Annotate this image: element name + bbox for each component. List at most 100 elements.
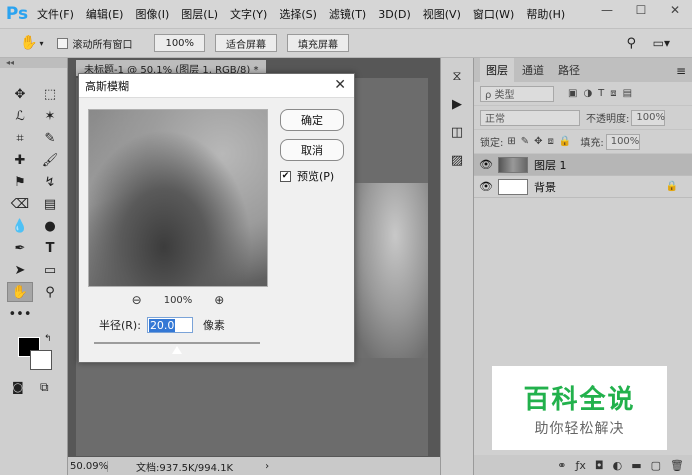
hand-tool-active-icon[interactable]: ✋ [7, 282, 33, 302]
close-window-icon[interactable]: ✕ [668, 3, 682, 17]
preview-checkbox[interactable]: ✔ [280, 170, 291, 182]
preview-checkbox-row[interactable]: ✔ 预览(P) [280, 168, 334, 184]
layers-footer: ⚭ ƒx ◘ ◐ ▬ ▢ 🗑 [474, 455, 692, 475]
tools-collapse-bar[interactable]: ◂◂ [0, 58, 67, 68]
workspace-icon[interactable]: ▭▾ [653, 36, 670, 50]
window-controls: — ☐ ✕ [600, 0, 682, 20]
layer-row[interactable]: 👁 图层 1 [474, 154, 692, 176]
zoom-100-button[interactable]: 100% [154, 34, 206, 52]
maximize-icon[interactable]: ☐ [634, 3, 648, 17]
search-icon[interactable]: ⚲ [626, 36, 636, 51]
add-mask-icon[interactable]: ◘ [595, 459, 604, 472]
minimize-icon[interactable]: — [600, 3, 614, 17]
trash-icon[interactable]: 🗑 [670, 459, 684, 472]
close-icon[interactable]: ✕ [334, 77, 346, 93]
stamp-tool-icon[interactable]: ⚑ [7, 172, 33, 192]
gaussian-blur-dialog: 高斯模糊 ✕ ⊖ 100% ⊕ 确定 取消 ✔ 预览(P) 半径(R): 20.… [78, 73, 355, 363]
radius-input[interactable]: 20.0 [146, 317, 193, 333]
3d-panel-icon[interactable]: ◫ [446, 122, 468, 142]
menu-window[interactable]: 窗口(W) [467, 6, 520, 22]
background-color-swatch[interactable] [30, 350, 52, 370]
layer-row[interactable]: 👁 背景 🔒 [474, 176, 692, 198]
link-layers-icon[interactable]: ⚭ [557, 459, 566, 472]
new-layer-icon[interactable]: ▢ [651, 459, 661, 472]
visibility-eye-icon[interactable]: 👁 [474, 180, 498, 193]
menu-filter[interactable]: 滤镜(T) [323, 6, 372, 22]
zoom-status[interactable]: 50.09% [68, 460, 108, 472]
eyedropper-icon[interactable]: ✎ [37, 128, 63, 148]
crop-tool-icon[interactable]: ⌗ [7, 128, 33, 148]
blur-tool-icon[interactable]: 💧 [7, 216, 33, 236]
tab-channels[interactable]: 通道 [516, 58, 550, 82]
path-select-icon[interactable]: ➤ [7, 260, 33, 280]
watermark-title: 百科全说 [523, 384, 636, 415]
properties-panel-icon[interactable]: ▨ [446, 150, 468, 170]
radius-slider-thumb[interactable] [172, 346, 182, 354]
dialog-title: 高斯模糊 [85, 79, 129, 93]
checkbox-icon[interactable] [57, 37, 69, 49]
history-brush-icon[interactable]: ↯ [37, 172, 63, 192]
magic-wand-icon[interactable]: ✶ [37, 106, 63, 126]
radius-slider-track[interactable] [94, 342, 260, 344]
fill-input[interactable]: 100% [605, 133, 640, 150]
lock-row: 锁定: ⊞✎✥⧈🔒 填充: 100% [474, 130, 692, 154]
brush-tool-icon[interactable]: 🖌 [37, 150, 63, 170]
layer-name: 背景 [534, 180, 556, 194]
move-tool-icon[interactable]: ✥ [7, 84, 33, 104]
tab-paths[interactable]: 路径 [552, 58, 586, 82]
lock-icons[interactable]: ⊞✎✥⧈🔒 [507, 136, 576, 147]
healing-brush-icon[interactable]: ✚ [7, 150, 33, 170]
marquee-tool-icon[interactable]: ⬚ [37, 84, 63, 104]
history-panel-icon[interactable]: ⧖ [446, 66, 468, 86]
lasso-tool-icon[interactable]: ℒ [7, 106, 33, 126]
pen-tool-icon[interactable]: ✒ [7, 238, 33, 258]
layers-panel-tabs: 图层 通道 路径 ≡ [474, 58, 692, 82]
ok-button[interactable]: 确定 [280, 109, 344, 131]
type-tool-icon[interactable]: T [37, 238, 63, 258]
quick-mask-icon[interactable]: ◙ [12, 380, 24, 394]
menu-edit[interactable]: 编辑(E) [80, 6, 130, 22]
blend-mode-select[interactable]: 正常 [480, 109, 580, 126]
panel-menu-icon[interactable]: ≡ [676, 64, 686, 78]
filter-icons[interactable]: ▣◑T⧈▤ [568, 88, 638, 99]
swap-colors-icon[interactable]: ↰ [44, 334, 52, 344]
gradient-tool-icon[interactable]: ▤ [37, 194, 63, 214]
scroll-all-checkbox[interactable]: 滚动所有窗口 [57, 36, 132, 51]
visibility-eye-icon[interactable]: 👁 [474, 158, 498, 171]
radius-value: 20.0 [148, 318, 176, 332]
fx-icon[interactable]: ƒx [576, 459, 586, 472]
shape-tool-icon[interactable]: ▭ [37, 260, 63, 280]
blur-preview[interactable] [88, 109, 268, 287]
menu-layer[interactable]: 图层(L) [175, 6, 224, 22]
actions-panel-icon[interactable]: ▶ [446, 94, 468, 114]
menu-image[interactable]: 图像(I) [129, 6, 175, 22]
adjustment-icon[interactable]: ◐ [613, 459, 623, 472]
dropdown-arrow-icon[interactable]: ▾ [39, 39, 43, 48]
eraser-tool-icon[interactable]: ⌫ [7, 194, 33, 214]
photoshop-logo: Ps [5, 4, 29, 24]
zoom-out-icon[interactable]: ⊖ [132, 293, 142, 307]
preview-zoom-value: 100% [163, 294, 193, 306]
menu-file[interactable]: 文件(F) [31, 6, 80, 22]
menu-select[interactable]: 选择(S) [273, 6, 323, 22]
dodge-tool-icon[interactable]: ● [37, 216, 63, 236]
zoom-in-icon[interactable]: ⊕ [214, 293, 224, 307]
watermark-subtitle: 助你轻松解决 [534, 420, 625, 437]
more-tools-icon[interactable]: ••• [7, 304, 33, 324]
opacity-input[interactable]: 100% [631, 109, 666, 126]
menu-help[interactable]: 帮助(H) [520, 6, 571, 22]
status-arrow-icon[interactable]: › [265, 461, 269, 472]
zoom-tool-icon[interactable]: ⚲ [37, 282, 63, 302]
screen-mode-icon[interactable]: ⧉ [40, 380, 49, 395]
menu-type[interactable]: 文字(Y) [224, 6, 273, 22]
fit-screen-button[interactable]: 适合屏幕 [215, 34, 278, 52]
hand-tool-icon[interactable]: ✋ [20, 35, 37, 51]
group-icon[interactable]: ▬ [631, 459, 641, 472]
fill-screen-button[interactable]: 填充屏幕 [287, 34, 350, 52]
preview-zoom-row: ⊖ 100% ⊕ [88, 292, 268, 308]
tab-layers[interactable]: 图层 [480, 58, 514, 82]
menu-view[interactable]: 视图(V) [417, 6, 467, 22]
layer-kind-filter[interactable]: ρ 类型 [480, 85, 554, 102]
cancel-button[interactable]: 取消 [280, 139, 344, 161]
menu-3d[interactable]: 3D(D) [372, 8, 417, 21]
